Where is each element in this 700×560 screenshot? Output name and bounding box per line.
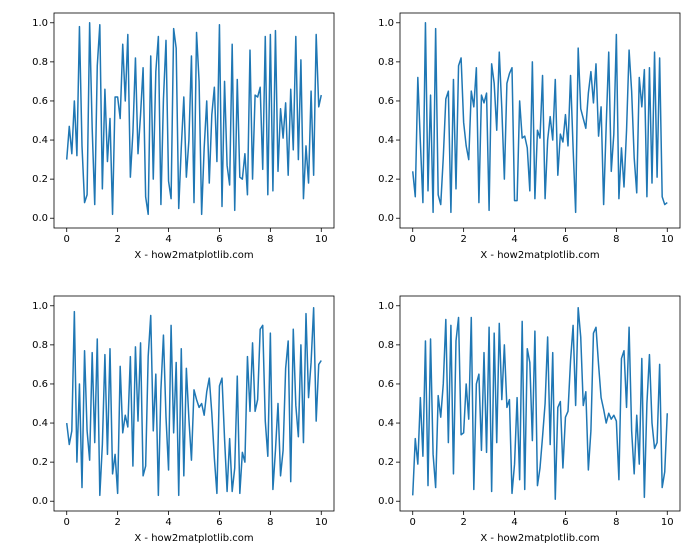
y-tick-label: 0.4: [378, 418, 394, 429]
x-tick-label: 8: [613, 517, 619, 528]
x-tick-label: 10: [315, 234, 328, 245]
x-tick-label: 10: [661, 234, 674, 245]
x-tick-label: 8: [267, 234, 273, 245]
x-tick-label: 6: [562, 517, 568, 528]
y-tick-label: 0.8: [378, 340, 394, 351]
figure: 0 2 4 6 8 10 0.0 0.2 0.4 0.6 0.8 1.0 X - how2matplot…: [0, 0, 700, 560]
data-line: [67, 23, 322, 215]
x-tick-label: 4: [511, 234, 517, 245]
y-tick-label: 0.0: [32, 496, 48, 507]
y-tick-label: 1.0: [32, 301, 48, 312]
chart-panel: 0 2 4 6 8 10 0.0 0.2 0.4 0.6 0.8 1.0 X - how2matplot…: [24, 294, 336, 547]
chart-panel: 0 2 4 6 8 10 0.0 0.2 0.4 0.6 0.8 1.0 X - how2matplot…: [370, 11, 682, 264]
x-tick-label: 8: [613, 234, 619, 245]
y-tick-label: 0.6: [378, 96, 394, 107]
x-tick-label: 0: [410, 517, 416, 528]
chart-panel: 0 2 4 6 8 10 0.0 0.2 0.4 0.6 0.8 1.0 X - how2matplot…: [24, 11, 336, 264]
y-tick-label: 0.6: [32, 379, 48, 390]
y-tick-label: 0.4: [378, 135, 394, 146]
data-line: [67, 308, 322, 496]
y-tick-label: 0.2: [378, 174, 394, 185]
x-tick-label: 4: [165, 234, 171, 245]
x-tick-label: 6: [216, 234, 222, 245]
y-tick-label: 0.4: [32, 418, 48, 429]
y-tick-label: 0.0: [378, 496, 394, 507]
x-axis-label: X - how2matplotlib.com: [134, 250, 253, 261]
x-tick-label: 0: [64, 517, 70, 528]
y-tick-label: 0.0: [32, 213, 48, 224]
y-tick-label: 0.2: [378, 457, 394, 468]
y-tick-label: 0.6: [32, 96, 48, 107]
x-axis-label: X - how2matplotlib.com: [134, 533, 253, 544]
x-tick-label: 2: [460, 234, 466, 245]
y-tick-label: 0.2: [32, 457, 48, 468]
x-axis-label: X - how2matplotlib.com: [480, 533, 599, 544]
x-tick-label: 0: [64, 234, 70, 245]
y-tick-label: 0.0: [378, 213, 394, 224]
x-tick-label: 8: [267, 517, 273, 528]
y-tick-label: 0.8: [32, 340, 48, 351]
y-tick-label: 0.8: [378, 57, 394, 68]
data-line: [413, 23, 668, 213]
y-tick-label: 1.0: [32, 18, 48, 29]
y-tick-label: 1.0: [378, 18, 394, 29]
x-tick-label: 2: [460, 517, 466, 528]
x-tick-label: 0: [410, 234, 416, 245]
x-tick-label: 4: [511, 517, 517, 528]
y-tick-label: 0.2: [32, 174, 48, 185]
y-tick-label: 0.6: [378, 379, 394, 390]
x-tick-label: 6: [562, 234, 568, 245]
y-tick-label: 1.0: [378, 301, 394, 312]
x-axis-label: X - how2matplotlib.com: [480, 250, 599, 261]
chart-panel: 0 2 4 6 8 10 0.0 0.2 0.4 0.6 0.8 1.0 X - how2matplot…: [370, 294, 682, 547]
x-tick-label: 10: [661, 517, 674, 528]
x-tick-label: 2: [114, 517, 120, 528]
x-tick-label: 10: [315, 517, 328, 528]
x-tick-label: 4: [165, 517, 171, 528]
y-tick-label: 0.8: [32, 57, 48, 68]
data-line: [413, 308, 668, 500]
y-tick-label: 0.4: [32, 135, 48, 146]
x-tick-label: 2: [114, 234, 120, 245]
x-tick-label: 6: [216, 517, 222, 528]
